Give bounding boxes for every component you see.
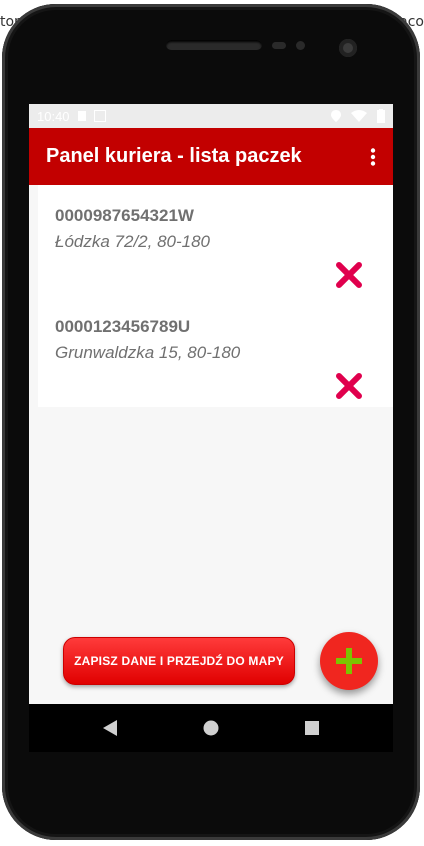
- overflow-menu-button[interactable]: [353, 128, 393, 185]
- plus-icon: [336, 648, 362, 674]
- nav-home-button[interactable]: [191, 708, 231, 748]
- earpiece-speaker: [166, 40, 262, 50]
- parcel-code: 0000123456789U: [55, 317, 191, 336]
- delete-parcel-button[interactable]: [332, 258, 366, 292]
- nav-recents-button[interactable]: [292, 708, 332, 748]
- nav-back-button[interactable]: [90, 708, 130, 748]
- app-bar-title: Panel kuriera - lista paczek: [46, 145, 302, 167]
- wifi-icon: [351, 110, 367, 122]
- back-triangle-icon: [102, 720, 117, 736]
- list-item[interactable]: 0000123456789U Grunwaldzka 15, 80-180: [38, 296, 393, 407]
- parcel-address: Grunwaldzka 15, 80-180: [55, 343, 241, 362]
- battery-icon: [377, 109, 385, 123]
- parcel-code: 0000987654321W: [55, 206, 194, 225]
- add-parcel-button[interactable]: [320, 632, 378, 690]
- proximity-sensor: [272, 42, 286, 49]
- system-navigation-bar: [29, 704, 393, 752]
- sd-card-icon: [77, 111, 86, 121]
- home-circle-icon: [203, 720, 219, 736]
- save-and-map-button[interactable]: ZAPISZ DANE I PRZEJDŹ DO MAPY: [63, 637, 295, 685]
- status-icons: [331, 109, 385, 123]
- light-sensor: [296, 41, 305, 50]
- recents-square-icon: [305, 721, 320, 735]
- notification-icon: [93, 110, 106, 122]
- app-screen: 10:40 Panel kuriera - lista paczek 00009…: [29, 104, 393, 704]
- list-item[interactable]: 0000987654321W Łódzka 72/2, 80-180: [38, 185, 393, 296]
- status-bar: 10:40: [29, 104, 393, 128]
- location-icon: [331, 110, 341, 122]
- parcel-address: Łódzka 72/2, 80-180: [55, 232, 211, 251]
- delete-parcel-button[interactable]: [332, 369, 366, 403]
- close-icon: [336, 373, 362, 399]
- close-icon: [336, 262, 362, 288]
- front-camera: [339, 39, 357, 57]
- parcel-list: 0000987654321W Łódzka 72/2, 80-180 00001…: [38, 185, 393, 407]
- app-bar: Panel kuriera - lista paczek: [29, 128, 393, 185]
- more-vert-icon: [370, 147, 376, 166]
- status-time: 10:40: [37, 108, 70, 124]
